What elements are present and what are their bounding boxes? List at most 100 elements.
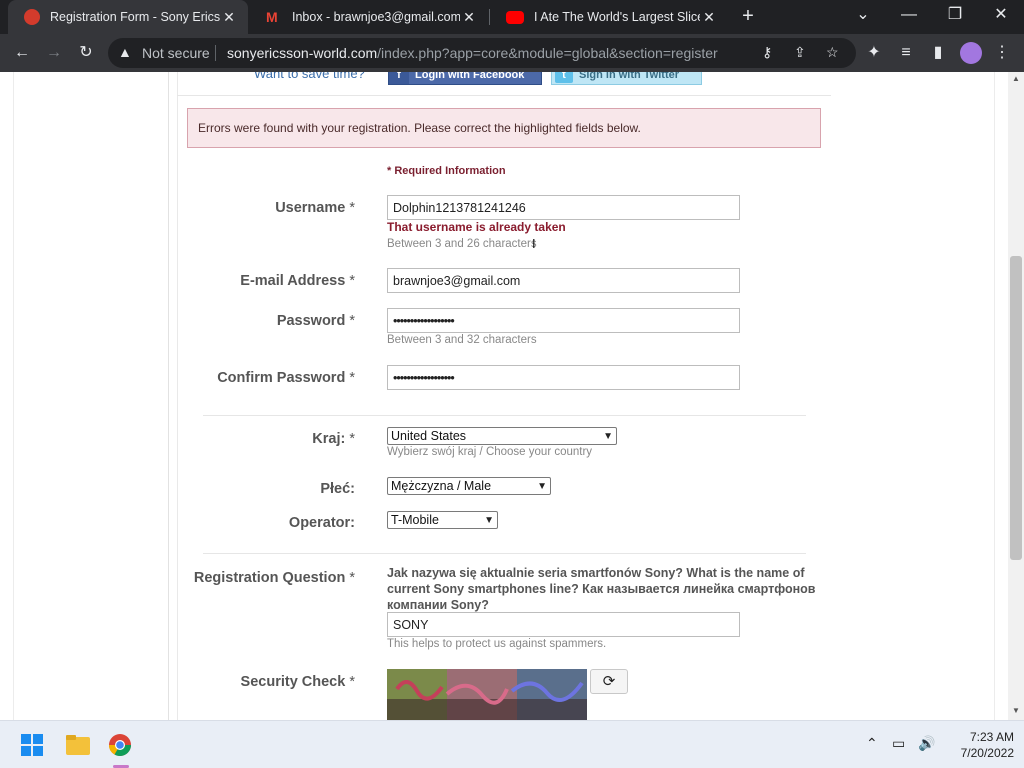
registration-answer-input[interactable]: [387, 612, 740, 637]
twitter-signin-button[interactable]: t Sign in with Twitter: [551, 72, 702, 85]
required-star: *: [349, 370, 355, 386]
profile-avatar-icon[interactable]: [960, 42, 982, 64]
volume-icon[interactable]: 🔊: [918, 735, 935, 752]
required-star: *: [349, 273, 355, 289]
system-clock[interactable]: 7:23 AM 7/20/2022: [940, 729, 1014, 761]
error-banner: Errors were found with your registration…: [187, 108, 821, 148]
url-path: /index.php?app=core&module=global&sectio…: [377, 45, 718, 61]
tab-title: Registration Form - Sony Ericsson: [50, 10, 220, 24]
tab-search-icon[interactable]: ⌄: [840, 0, 886, 34]
tab-strip: Registration Form - Sony Ericsson ✕ M In…: [0, 0, 1024, 34]
confirm-password-input[interactable]: [387, 365, 740, 390]
required-info-note: * Required Information: [387, 165, 506, 177]
refresh-icon: ⟳: [602, 673, 616, 690]
registration-question-hint: This helps to protect us against spammer…: [387, 638, 607, 650]
facebook-login-button[interactable]: f Login with Facebook: [388, 72, 542, 85]
username-error: That username is already taken: [387, 220, 566, 234]
captcha-graphic: [387, 669, 587, 720]
registration-question-text: Jak nazywa się aktualnie seria smartfonó…: [387, 566, 816, 612]
twitter-signin-label: Sign in with Twitter: [579, 72, 680, 81]
gender-label: Płeć:: [320, 481, 355, 497]
chevron-down-icon: ▼: [603, 431, 613, 442]
refresh-captcha-button[interactable]: ⟳: [590, 669, 628, 694]
username-hint: Between 3 and 26 characters: [387, 238, 537, 250]
tab-gmail-inbox[interactable]: M Inbox - brawnjoe3@gmail.com - ✕: [250, 0, 488, 34]
tab-title: I Ate The World's Largest Slice Of: [534, 10, 700, 24]
email-label-text: E-mail Address: [240, 273, 346, 289]
section-divider: [203, 415, 806, 416]
required-star: *: [349, 674, 355, 690]
tab-registration-form[interactable]: Registration Form - Sony Ericsson ✕: [8, 0, 248, 34]
file-explorer-icon[interactable]: [65, 733, 90, 757]
text-cursor-icon: I: [532, 236, 536, 251]
page-scrollbar[interactable]: ▲ ▼: [1008, 72, 1024, 720]
save-time-label: Want to save time?: [254, 72, 365, 81]
gender-select[interactable]: Mężczyzna / Male ▼: [387, 477, 551, 495]
password-label: Password *: [277, 313, 355, 329]
reload-icon[interactable]: ↻: [74, 41, 98, 65]
url-text[interactable]: sonyericsson-world.com/index.php?app=cor…: [227, 45, 718, 61]
email-input[interactable]: [387, 268, 740, 293]
windows-taskbar: ⌃ ▭ 🔊 7:23 AM 7/20/2022: [0, 720, 1024, 768]
restore-icon[interactable]: ❐: [932, 0, 978, 34]
required-star: *: [349, 313, 355, 329]
scroll-up-icon[interactable]: ▲: [1012, 74, 1020, 83]
close-tab-icon[interactable]: ✕: [460, 9, 478, 26]
back-arrow-icon[interactable]: ←: [10, 41, 34, 65]
operator-label: Operator:: [289, 515, 355, 531]
operator-select[interactable]: T-Mobile ▼: [387, 511, 498, 529]
bookmark-star-icon[interactable]: ☆: [826, 44, 839, 61]
country-label-text: Kraj:: [312, 431, 346, 447]
minimize-icon[interactable]: —: [886, 0, 932, 34]
close-tab-icon[interactable]: ✕: [700, 9, 718, 26]
username-input[interactable]: [387, 195, 740, 220]
address-bar[interactable]: ▲ Not secure sonyericsson-world.com/inde…: [108, 38, 856, 68]
close-tab-icon[interactable]: ✕: [220, 9, 238, 26]
reading-list-icon[interactable]: ≡: [894, 41, 918, 65]
password-input[interactable]: [387, 308, 740, 333]
required-star: *: [349, 431, 355, 447]
close-window-icon[interactable]: ✕: [978, 0, 1024, 34]
omnibox-separator: [215, 45, 216, 61]
chevron-down-icon: ▼: [484, 515, 494, 526]
network-icon[interactable]: ▭: [892, 735, 905, 752]
security-status[interactable]: Not secure: [142, 45, 210, 61]
clock-time: 7:23 AM: [969, 730, 1014, 744]
forward-arrow-icon[interactable]: →: [42, 41, 66, 65]
gmail-icon: M: [266, 9, 278, 25]
operator-select-value: T-Mobile: [391, 513, 439, 527]
scrollbar-thumb[interactable]: [1010, 256, 1022, 560]
email-label: E-mail Address *: [240, 273, 355, 289]
country-select[interactable]: United States ▼: [387, 427, 617, 445]
required-star: *: [349, 200, 355, 216]
chevron-down-icon: ▼: [537, 481, 547, 492]
error-banner-text: Errors were found with your registration…: [198, 121, 641, 135]
page-viewport: Want to save time? f Login with Facebook …: [0, 72, 1008, 720]
menu-kebab-icon[interactable]: ⋮: [990, 41, 1014, 65]
security-check-label: Security Check *: [241, 674, 355, 690]
gender-select-value: Mężczyzna / Male: [391, 479, 492, 493]
gender-label-text: Płeć:: [320, 481, 355, 497]
username-label: Username *: [275, 200, 355, 216]
username-label-text: Username: [275, 200, 346, 216]
new-tab-button[interactable]: +: [737, 5, 759, 27]
chrome-icon[interactable]: [108, 733, 132, 757]
registration-question-label: Registration Question *: [194, 570, 355, 586]
warning-triangle-icon[interactable]: ▲: [118, 44, 132, 60]
windows-start-icon[interactable]: [20, 733, 44, 757]
required-star: *: [349, 570, 355, 586]
key-icon[interactable]: ⚷: [762, 44, 772, 61]
share-icon[interactable]: ⇪: [794, 44, 806, 61]
operator-label-text: Operator:: [288, 515, 355, 531]
show-hidden-icons-chevron-icon[interactable]: ⌃: [866, 735, 878, 752]
page-right-margin: [994, 72, 1008, 720]
captcha-image: [387, 669, 587, 720]
twitter-icon: t: [555, 72, 573, 83]
password-hint: Between 3 and 32 characters: [387, 334, 537, 346]
extensions-puzzle-icon[interactable]: ✦: [862, 41, 886, 65]
scroll-down-icon[interactable]: ▼: [1012, 706, 1020, 715]
side-panel-icon[interactable]: ▮: [926, 41, 950, 65]
tab-title: Inbox - brawnjoe3@gmail.com -: [292, 10, 460, 24]
tab-youtube-video[interactable]: I Ate The World's Largest Slice Of ✕: [490, 0, 728, 34]
youtube-icon: [506, 10, 524, 24]
